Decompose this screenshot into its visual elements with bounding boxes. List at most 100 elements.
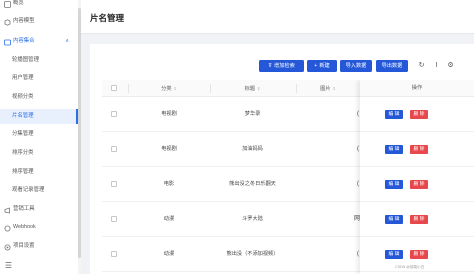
edit-button[interactable]: 编 辑 [385,110,403,119]
cell-category: 动漫 [163,216,175,222]
cell-image: ( [357,146,359,152]
sort-icon[interactable]: ⇕ [333,86,336,91]
column-height-icon[interactable]: I [432,61,441,70]
operations-cell: 编 辑 删 除 [360,202,474,237]
data-table: 分类 ⇕ 标题 ⇕ 图片 ⇕ 电视剧 梦华录 ( 电视剧 加油妈妈 ( 电影 熊… [102,80,474,274]
button-label: 导入数据 [345,63,367,69]
row-checkbox[interactable] [111,216,117,222]
sidebar-item-label: 内容模型 [13,18,35,24]
menu-collapse-icon[interactable]: ☰ [4,261,13,270]
export-button[interactable]: 导出数据 [376,60,408,72]
column-header-category[interactable]: 分类 ⇕ [129,80,209,97]
sidebar-item-episodes[interactable]: 分集管理 [0,127,78,142]
edit-button[interactable]: 编 辑 [385,145,403,154]
advanced-search-button[interactable]: ⊽ 增加检索 [259,60,304,72]
sidebar-item-label: 分集管理 [12,131,34,137]
sidebar-item-webhook[interactable]: Webhook [0,220,78,235]
sidebar-item-sort-category[interactable]: 排序分类 [0,146,78,161]
collection-icon [4,38,11,46]
sidebar-item-label: Webhook [13,224,36,230]
sidebar-item-label: 项目设置 [13,243,35,249]
sidebar-item-titles[interactable]: 片名管理 [0,109,78,124]
column-label: 分类 [161,86,172,92]
scrollbar-thumb[interactable] [78,8,81,258]
content-card: ⊽ 增加检索 + 新建 导入数据 导出数据 ↻ I ⚙ 分类 ⇕ 标题 ⇕ 图片 ⇕ 电视… [90,44,474,274]
cell-title: 梦华录 [244,111,261,117]
sidebar-item-label: 概览 [13,0,24,6]
cell-category: 电视剧 [161,146,177,152]
column-header-image[interactable]: 图片 ⇕ [296,80,360,97]
sidebar-item-video-category[interactable]: 视频分类 [0,90,78,105]
overview-icon [4,0,11,8]
operations-cell: 编 辑 删 除 [360,97,474,132]
operations-cell: 编 辑 删 除 [360,167,474,202]
sidebar-item-overview[interactable]: 概览 [0,0,78,11]
edit-button[interactable]: 编 辑 [385,250,403,259]
sidebar-item-marketing[interactable]: 营销工具 [0,202,78,217]
row-checkbox[interactable] [111,251,117,257]
gear-icon[interactable]: ⚙ [446,61,455,70]
edit-button[interactable]: 编 辑 [385,180,403,189]
cell-title: 斗罗大陆 [242,216,263,222]
sidebar-item-content-collection[interactable]: 内容集合 ∧ [0,34,78,49]
cell-image: ( [357,181,359,187]
sidebar-item-users[interactable]: 用户管理 [0,71,78,86]
cell-title: 熊出没之冬日乐翻天 [229,181,276,187]
filter-icon: ⊽ [268,63,273,69]
button-label: 导出数据 [381,63,403,69]
row-checkbox[interactable] [111,181,117,187]
cell-image: ( [357,111,359,117]
operations-column: 操作 编 辑 删 除 编 辑 删 除 编 辑 删 除 编 辑 删 除 编 辑 删… [360,80,474,274]
webhook-icon [4,224,11,232]
column-header-title[interactable]: 标题 ⇕ [210,80,295,97]
cell-title: 加油妈妈 [242,146,263,152]
cell-title: 熊出没（不添加视频） [226,251,279,257]
sidebar-item-watch-history[interactable]: 观看记录管理 [0,183,78,198]
delete-button[interactable]: 删 除 [410,250,428,259]
sidebar-item-sort-manage[interactable]: 排序管理 [0,165,78,180]
sort-icon[interactable]: ⇕ [174,86,177,91]
row-checkbox[interactable] [111,111,117,117]
marketing-icon [4,206,11,214]
cell-category: 电影 [163,181,175,187]
edit-button[interactable]: 编 辑 [385,215,403,224]
settings-icon [4,243,11,251]
column-header-operations: 操作 [360,80,474,97]
sidebar-item-label: 排序分类 [12,150,34,156]
sidebar-item-label: 片名管理 [12,113,34,119]
refresh-icon[interactable]: ↻ [417,61,426,70]
model-icon [4,18,11,26]
sidebar-item-label: 营销工具 [13,206,35,212]
sidebar-item-project-settings[interactable]: 项目设置 [0,239,78,254]
cell-category: 电视剧 [161,111,177,117]
delete-button[interactable]: 删 除 [410,110,428,119]
button-label: 新建 [319,63,330,69]
sidebar-item-carousel[interactable]: 轮播图管理 [0,53,78,68]
sidebar-item-label: 观看记录管理 [12,187,45,193]
sort-icon[interactable]: ⇕ [257,86,260,91]
delete-button[interactable]: 删 除 [410,215,428,224]
sidebar-scrollbar[interactable] [78,0,81,274]
delete-button[interactable]: 删 除 [410,180,428,189]
sidebar: 概览 内容模型 内容集合 ∧ 轮播图管理 用户管理 视频分类 片名管理 分集管理… [0,0,80,274]
import-button[interactable]: 导入数据 [340,60,372,72]
sidebar-item-label: 排序管理 [12,169,34,175]
cell-image: ( [357,251,359,257]
watermark: CSDN @前端小白 [395,265,425,269]
sidebar-item-label: 用户管理 [12,75,34,81]
row-checkbox[interactable] [111,146,117,152]
app-root: 概览 内容模型 内容集合 ∧ 轮播图管理 用户管理 视频分类 片名管理 分集管理… [0,0,474,274]
plus-icon: + [314,63,318,69]
cell-category: 动漫 [163,251,175,257]
chevron-up-icon: ∧ [65,38,69,44]
select-all-checkbox[interactable] [111,85,117,91]
sidebar-item-label: 轮播图管理 [12,57,39,63]
page-title: 片名管理 [90,13,125,23]
button-label: 增加检索 [274,63,295,69]
sidebar-item-content-model[interactable]: 内容模型 [0,14,78,29]
column-label: 标题 [244,86,256,92]
sidebar-item-label: 内容集合 [13,38,35,44]
page-header: 片名管理 [81,0,474,34]
add-button[interactable]: + 新建 [307,60,337,72]
delete-button[interactable]: 删 除 [410,145,428,154]
